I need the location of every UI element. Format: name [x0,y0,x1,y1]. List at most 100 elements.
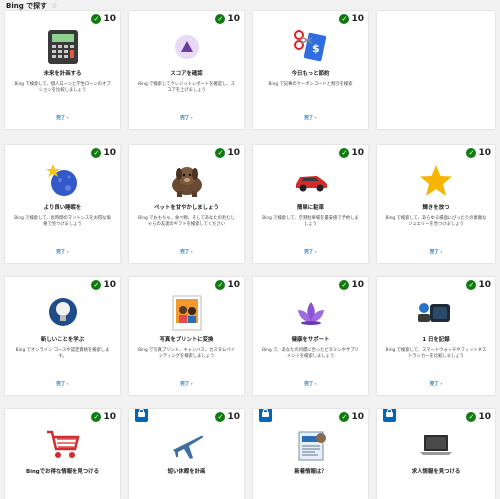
card-title: 新しいことを学ぶ [40,337,85,343]
card-description: Bing で検索して、個人ローンと学生ローンのオプションを比較しましょう [14,82,111,93]
lotus-icon [253,295,368,331]
card-grid: ✓ 10 未来を計画する Bing で検索して、個人ローンと学生ローンのオプション… [0,0,500,499]
points-badge: ✓ 10 [466,280,491,290]
cart-icon [5,427,120,463]
card-description: Bing で検索してクレジットレポートを確認し、スコアを上げましょう [138,82,235,93]
card-learn-new[interactable]: ✓ 10 新しいことを学ぶ Bing でオンライン コースや認定資格を検索します。… [5,277,120,395]
card-health[interactable]: ✓ 10 健康をサポート Bing で、あなたの目標に合ったビタミンやサプリメント… [253,277,368,395]
check-icon: ✓ [215,148,226,158]
card-shine[interactable]: ✓ 10 輝きを放つ Bing で検索して、あらゆる場面にぴったりの素敵なジュエリ… [377,145,495,263]
card-description: Bing で検索して、長時間のマットレスをお得な価格で見つけましょう [14,216,111,227]
points-badge: ✓ 10 [466,148,491,158]
dog-icon [129,163,244,199]
points-badge: ✓ 10 [91,148,116,158]
calculator-icon [5,29,120,65]
watch-icon [377,295,495,331]
done-link[interactable]: 完了 › [129,249,244,255]
check-icon: ✓ [91,412,102,422]
card-pet[interactable]: ✓ 10 ペットを甘やかしましょう Bing でおもちゃ、食べ物、そしてあなたの毛… [129,145,244,263]
check-icon: ✓ [215,280,226,290]
card-parking[interactable]: ✓ 10 簡単に駐車 Bing で検索して、空港駐車場を最安値で予約しましょう 完… [253,145,368,263]
score-badge-icon [129,29,244,65]
check-icon: ✓ [339,148,350,158]
card-partial[interactable] [377,11,495,129]
check-icon: ✓ [466,280,477,290]
check-icon: ✓ [466,148,477,158]
card-plan-future[interactable]: ✓ 10 未来を計画する Bing で検索して、個人ローンと学生ローンのオプション… [5,11,120,129]
points-badge: ✓ 10 [91,14,116,24]
check-icon: ✓ [91,14,102,24]
card-title: 健康をサポート [291,337,330,343]
card-title: 今日もっと節約 [291,71,330,77]
check-icon: ✓ [91,280,102,290]
points-badge: ✓ 10 [215,148,240,158]
done-link[interactable]: 完了 › [5,381,120,387]
card-title: 簡単に駐車 [297,205,324,211]
card-title: Bingでお得な情報を見つける [26,469,99,475]
card-record-day[interactable]: ✓ 10 1 日を記録 Bing で検索して、スマートウォッチやフィットネストラッ… [377,277,495,395]
card-title: 短い休暇を計画 [167,469,206,475]
card-trip[interactable]: ✓ 10 短い休暇を計画 [129,409,244,499]
points-badge: ✓ 10 [339,412,364,422]
points-badge: ✓ 10 [339,148,364,158]
card-title: 新着情報は？ [294,469,327,475]
done-link[interactable]: 完了 › [253,249,368,255]
photo-print-icon [129,295,244,331]
check-icon: ✓ [339,280,350,290]
card-news[interactable]: ✓ 10 新着情報は？ [253,409,368,499]
card-save-today[interactable]: ✓ 10 $ 今日もっと節約 Bing で記事のクーポンコードと割引を検索 完了 … [253,11,368,129]
done-link[interactable]: 完了 › [5,115,120,121]
lock-icon [383,409,396,422]
card-title: 写真をプリントに変換 [159,337,214,343]
card-title: 輝きを放つ [422,205,450,211]
lock-icon [259,409,272,422]
card-title: より良い睡眠を [43,205,82,211]
card-title: ペットを甘やかしましょう [154,205,219,211]
gold-star-icon [377,163,495,199]
lightbulb-icon [5,295,120,331]
check-icon: ✓ [466,412,477,422]
card-title: 1 日を記録 [422,337,450,343]
card-description: Bing で検索して、空港駐車場を最安値で予約しましょう [262,216,359,227]
done-link[interactable]: 完了 › [129,381,244,387]
card-description: Bing でオンライン コースや認定資格を検索します。 [15,348,110,359]
moon-star-icon [5,163,120,199]
card-print-photo[interactable]: ✓ 10 写真をプリントに変換 Bing で写真プリント、キャンバス、カスタムペイ… [129,277,244,395]
card-check-score[interactable]: ✓ 10 スコアを確認 Bing で検索してクレジットレポートを確認し、スコアを上… [129,11,244,129]
card-description: Bing で記事のクーポンコードと割引を検索 [268,82,353,87]
done-link[interactable]: 完了 › [5,249,120,255]
points-badge: ✓ 10 [91,280,116,290]
points-badge: ✓ 10 [215,280,240,290]
points-badge: ✓ 10 [215,14,240,24]
done-link[interactable]: 完了 › [253,115,368,121]
check-icon: ✓ [91,148,102,158]
points-badge: ✓ 10 [215,412,240,422]
done-link[interactable]: 完了 › [377,249,495,255]
check-icon: ✓ [339,14,350,24]
svg-text:$: $ [312,42,320,55]
card-description: Bing で写真プリント、キャンバス、カスタムペインティングを検索しましょう [138,348,235,359]
newspaper-icon [253,427,368,463]
card-description: Bing で検索して、あらゆる場面にぴったりの素敵なジュエリーを見つけましょう [385,216,487,227]
card-description: Bing でおもちゃ、食べ物、そしてあなたの毛むじゃらの友達のギフトを検索してく… [138,216,235,227]
done-link[interactable]: 完了 › [253,381,368,387]
car-icon [253,163,368,199]
card-jobs[interactable]: ✓ 10 求人情報を見つける [377,409,495,499]
points-badge: ✓ 10 [339,14,364,24]
points-badge: ✓ 10 [91,412,116,422]
check-icon: ✓ [339,412,350,422]
points-badge: ✓ 10 [466,412,491,422]
card-title: スコアを確認 [170,71,203,77]
card-description: Bing で検索して、スマートウォッチやフィットネストラッカーを比較しましょう [385,348,487,359]
laptop-icon [377,427,495,463]
card-description: Bing で、あなたの目標に合ったビタミンやサプリメントを検索しましょう [262,348,359,359]
points-badge: ✓ 10 [339,280,364,290]
card-deals[interactable]: ✓ 10 Bingでお得な情報を見つける [5,409,120,499]
coupon-scissors-icon: $ [253,29,368,65]
check-icon: ✓ [215,412,226,422]
done-link[interactable]: 完了 › [129,115,244,121]
check-icon: ✓ [215,14,226,24]
card-title: 求人情報を見つける [411,469,461,475]
done-link[interactable]: 完了 › [377,381,495,387]
card-better-sleep[interactable]: ✓ 10 より良い睡眠を Bing で検索して、長時間のマットレスをお得な価格で見… [5,145,120,263]
